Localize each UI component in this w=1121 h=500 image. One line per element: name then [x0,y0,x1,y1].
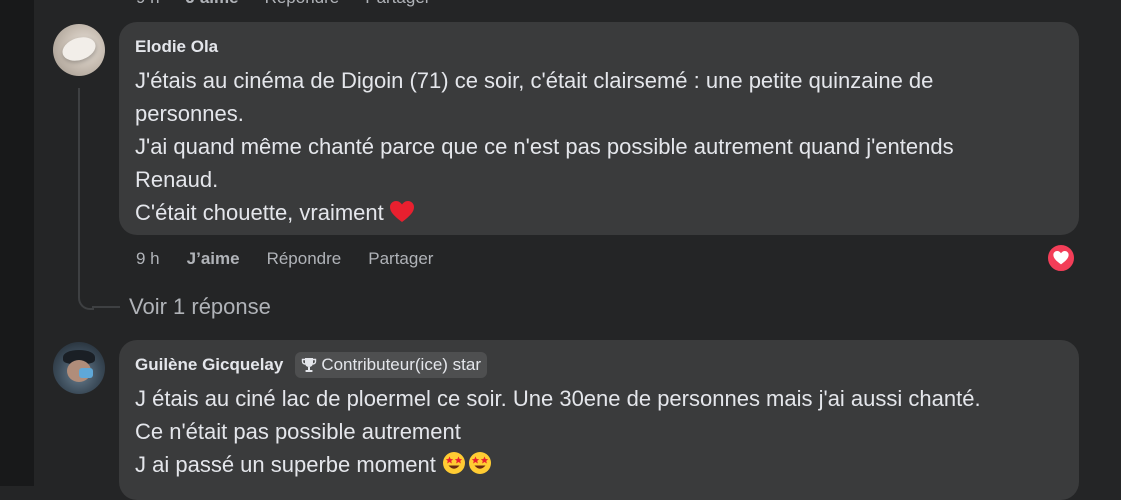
comment-bubble-guilene: Guilène Gicquelay Contributeur(ice) star… [119,340,1079,500]
red-heart-emoji [389,199,414,232]
comment-line: J'étais au cinéma de Digoin (71) ce soir… [135,68,934,93]
comment-bubble-elodie: Elodie Ola J'étais au cinéma de Digoin (… [119,22,1079,235]
top-contributor-badge[interactable]: Contributeur(ice) star [295,352,487,378]
star-struck-emoji [442,451,466,484]
comment-line-last: J ai passé un superbe moment [135,448,1063,484]
badge-label: Contributeur(ice) star [321,355,481,374]
comment-line: J étais au ciné lac de ploermel ce soir.… [135,386,981,411]
avatar-elodie-ola[interactable] [53,24,105,76]
previous-comment-like-button[interactable]: J’aime [186,0,239,8]
comment-line: personnes. [135,101,244,126]
view-replies-link[interactable]: Voir 1 réponse [129,294,271,320]
reply-button[interactable]: Répondre [267,248,342,270]
comment-timestamp[interactable]: 9 h [136,248,160,270]
comment-actions: 9 h J’aime Répondre Partager [136,248,460,270]
comment-author-name[interactable]: Elodie Ola [135,37,218,57]
left-sidebar-edge [0,0,34,486]
comment-author-name[interactable]: Guilène Gicquelay [135,355,283,375]
trophy-icon [301,357,317,373]
thread-line-connector [92,306,120,308]
comment-text: J'étais au cinéma de Digoin (71) ce soir… [135,64,1063,232]
comment-line: J ai passé un superbe moment [135,452,436,477]
comment-line: J'ai quand même chanté parce que ce n'es… [135,134,954,159]
share-button[interactable]: Partager [368,248,433,270]
star-struck-emoji [468,451,492,484]
love-reaction-icon[interactable] [1046,243,1076,273]
comment-line: C'était chouette, vraiment [135,200,384,225]
comment-line: Ce n'était pas possible autrement [135,419,461,444]
previous-comment-actions: 9 h J’aime Répondre Partager [136,0,456,8]
thread-line [78,88,80,296]
previous-comment-time[interactable]: 9 h [136,0,160,8]
previous-comment-share-button[interactable]: Partager [365,0,430,8]
comment-line-last: C'était chouette, vraiment [135,196,1063,232]
previous-comment-reply-button[interactable]: Répondre [265,0,340,8]
comment-text: J étais au ciné lac de ploermel ce soir.… [135,382,1063,484]
avatar-image [59,33,99,65]
comment-line: Renaud. [135,167,219,192]
like-button[interactable]: J’aime [187,248,240,270]
avatar-guilene-gicquelay[interactable] [53,342,105,394]
